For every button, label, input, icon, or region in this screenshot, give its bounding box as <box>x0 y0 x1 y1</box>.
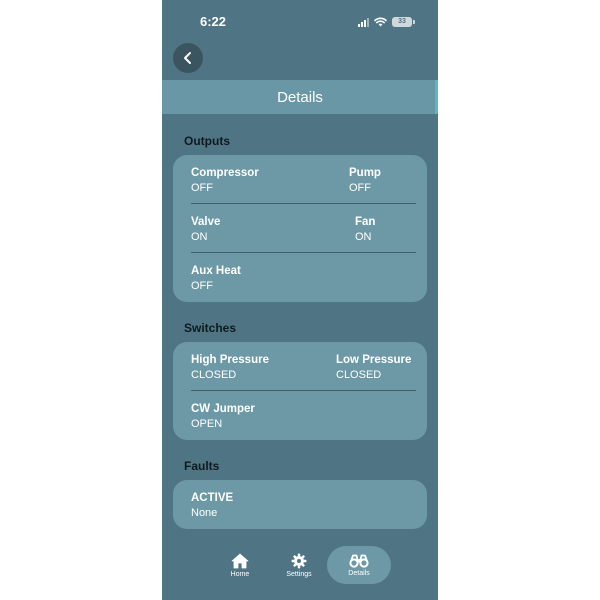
item-value: ON <box>191 231 208 243</box>
item-value: ON <box>355 231 372 243</box>
switches-row: High Pressure CLOSED Low Pressure CLOSED <box>173 342 427 391</box>
outputs-row: Compressor OFF Pump OFF <box>173 155 427 204</box>
item-label: ACTIVE <box>191 492 234 504</box>
switches-row: CW Jumper OPEN <box>173 391 427 440</box>
output-pump: Pump OFF <box>349 166 381 195</box>
wifi-icon <box>374 17 387 27</box>
chevron-left-icon <box>184 52 191 64</box>
switches-card: High Pressure CLOSED Low Pressure CLOSED… <box>173 342 427 440</box>
cellular-signal-icon <box>358 17 369 27</box>
item-label: Compressor <box>191 167 259 179</box>
output-valve: Valve ON <box>191 215 220 244</box>
status-time: 6:22 <box>200 14 227 29</box>
item-value: OPEN <box>191 418 223 430</box>
page-title: Details <box>277 88 323 106</box>
section-title-outputs: Outputs <box>184 134 230 148</box>
tab-settings[interactable]: Settings <box>277 546 321 584</box>
item-value: OFF <box>191 280 213 292</box>
outputs-card: Compressor OFF Pump OFF Valve ON Fan ON … <box>173 155 427 302</box>
item-label: CW Jumper <box>191 403 255 415</box>
faults-card: ACTIVE None <box>173 480 427 529</box>
output-compressor: Compressor OFF <box>191 166 259 195</box>
faults-row: ACTIVE None <box>173 480 427 529</box>
item-value: OFF <box>191 182 213 194</box>
status-bar: 6:22 33 <box>162 0 438 44</box>
phone-screen: 6:22 33 Details Outputs Compressor OFF P… <box>162 0 438 600</box>
section-title-switches: Switches <box>184 321 237 335</box>
outputs-row: Valve ON Fan ON <box>173 204 427 253</box>
section-title-faults: Faults <box>184 459 220 473</box>
item-label: Pump <box>349 167 381 179</box>
item-label: Fan <box>355 216 376 228</box>
item-label: Valve <box>191 216 221 228</box>
item-value: CLOSED <box>191 369 237 381</box>
tab-bar: Home Settings Details <box>162 540 438 588</box>
tab-details[interactable]: Details <box>327 546 391 584</box>
home-icon <box>231 553 249 568</box>
item-label: Low Pressure <box>336 354 412 366</box>
item-value: None <box>191 507 218 519</box>
switch-low-pressure: Low Pressure CLOSED <box>336 353 411 382</box>
switch-cw-jumper: CW Jumper OPEN <box>191 402 255 431</box>
tab-label: Home <box>230 570 250 578</box>
battery-icon: 33 <box>392 17 415 27</box>
switch-high-pressure: High Pressure CLOSED <box>191 353 269 382</box>
item-label: Aux Heat <box>191 265 241 277</box>
title-bar-accent <box>435 80 438 114</box>
item-value: CLOSED <box>336 369 382 381</box>
tab-label: Details <box>348 569 370 577</box>
item-label: High Pressure <box>191 354 269 366</box>
gear-icon <box>291 553 307 568</box>
output-fan: Fan ON <box>355 215 375 244</box>
title-bar: Details <box>162 80 438 114</box>
fault-active: ACTIVE None <box>191 491 233 520</box>
back-button[interactable] <box>173 43 203 73</box>
tab-label: Settings <box>286 570 312 578</box>
tab-home[interactable]: Home <box>220 546 260 584</box>
binoculars-icon <box>349 554 369 568</box>
item-value: OFF <box>349 182 371 194</box>
output-aux-heat: Aux Heat OFF <box>191 264 241 293</box>
outputs-row: Aux Heat OFF <box>173 253 427 302</box>
status-icons: 33 <box>358 16 415 28</box>
